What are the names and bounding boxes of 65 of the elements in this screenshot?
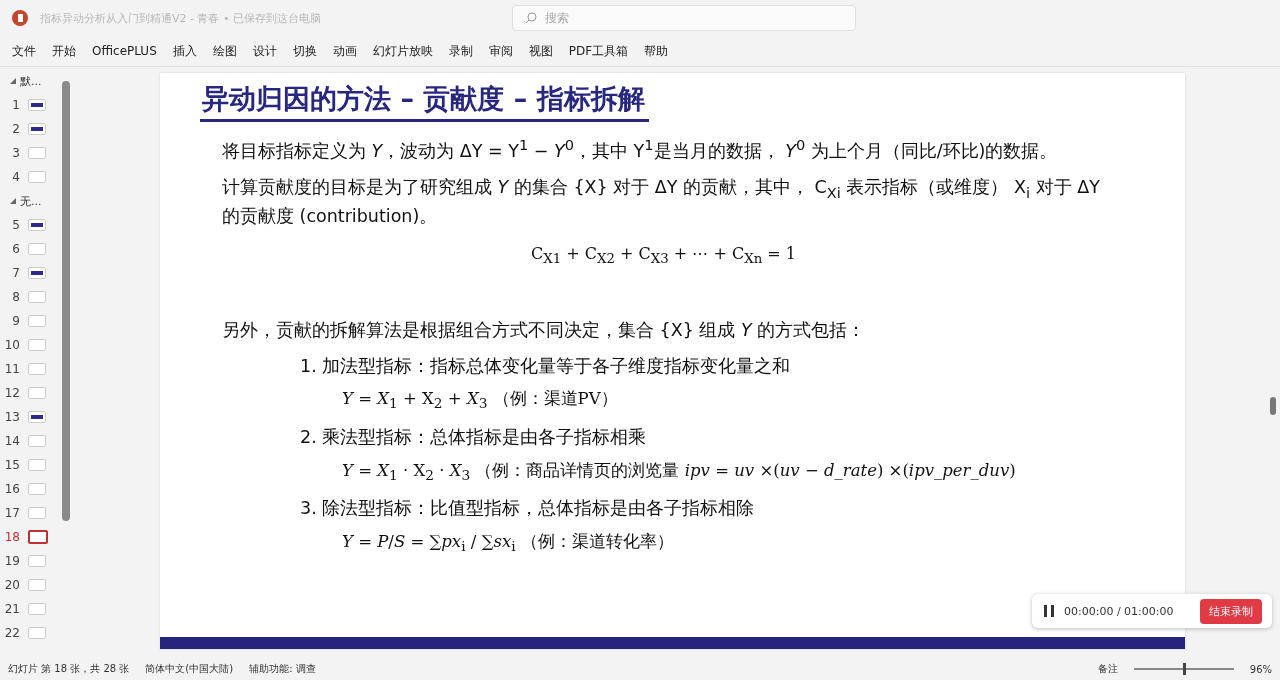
section-label: 默... xyxy=(20,73,42,89)
slide-number: 17 xyxy=(3,506,20,520)
slide-number: 13 xyxy=(3,410,20,424)
slide-number: 22 xyxy=(3,626,20,640)
slide-number: 14 xyxy=(3,434,20,448)
slide-number: 11 xyxy=(3,362,20,376)
ribbon-tab[interactable]: OfficePLUS xyxy=(84,37,165,65)
ribbon-tab[interactable]: 幻灯片放映 xyxy=(364,37,441,65)
ribbon-tab[interactable]: 视图 xyxy=(520,37,561,65)
ribbon-tab[interactable]: 文件 xyxy=(4,37,44,65)
scrollbar-thumb[interactable] xyxy=(62,81,70,521)
formula: Y = X$_{1}$ · X$_{2}$ · X$_{3}$ （例：商品详情页的浏览量 ipv = uv ×(uv − d_rate) ×(ipv_per_duv) xyxy=(341,459,1017,485)
stop-recording-button[interactable]: 结束录制 xyxy=(1200,598,1262,624)
slide-number: 18 xyxy=(3,530,20,544)
slide-number: 12 xyxy=(3,386,20,400)
slide-number: 3 xyxy=(11,146,20,160)
pause-icon[interactable] xyxy=(1042,604,1056,618)
slide-number: 15 xyxy=(3,458,20,472)
ribbon-tab[interactable]: 审阅 xyxy=(480,37,521,65)
slide-number: 9 xyxy=(11,314,20,328)
formula: Y = X$_{1}$ + X$_{2}$ + X$_{3}$ （例：渠道PV） xyxy=(341,388,619,414)
recording-time: 00:00:00 / 01:00:00 xyxy=(1064,604,1175,618)
list-item: 3. 除法型指标：比值型指标，总体指标是由各子指标相除 xyxy=(300,497,756,521)
slide-paragraph: 另外，贡献的拆解算法是根据组合方式不同决定，集合 {X} 组成 Y 的方式包括： xyxy=(222,318,867,342)
notes-button[interactable]: 备注 xyxy=(1097,662,1118,676)
zoom-slider-thumb[interactable] xyxy=(1182,663,1186,675)
ribbon-tab[interactable]: PDF工具箱 xyxy=(560,37,637,65)
accessibility-status[interactable]: 辅助功能: 调查 xyxy=(249,662,316,676)
list-item: 1. 加法型指标：指标总体变化量等于各子维度指标变化量之和 xyxy=(300,355,792,379)
caret-icon[interactable] xyxy=(10,78,16,84)
slide-title: 异动归因的方法 – 贡献度 – 指标拆解 xyxy=(200,81,649,122)
app-logo-icon xyxy=(12,10,28,26)
ribbon-tab[interactable]: 开始 xyxy=(44,37,84,65)
slide-number: 8 xyxy=(11,290,20,304)
formula: C$_{X1}$ + C$_{X2}$ + C$_{X3}$ + ⋯ + C$_{Xn}$ = 1 xyxy=(529,242,798,268)
slide-paragraph: 将目标指标定义为 Y，波动为 ΔY = Y$^{1}$ − Y$^{0}$，其中 Y$^{1}$是当月的数据， Y$^{0}$ 为上个月（同比/环比)的数据。 xyxy=(222,135,1059,163)
slide-thumbnail[interactable] xyxy=(28,530,48,544)
slide-number: 10 xyxy=(3,338,20,352)
search-icon xyxy=(525,12,537,24)
ribbon-tab[interactable]: 绘图 xyxy=(204,37,245,65)
scrollbar-thumb[interactable] xyxy=(1270,397,1276,415)
slide-number: 2 xyxy=(11,122,20,136)
zoom-percent[interactable]: 96% xyxy=(1249,663,1272,675)
slide-number: 5 xyxy=(11,218,20,232)
ribbon-tab[interactable]: 设计 xyxy=(244,37,285,65)
slide-number: 21 xyxy=(3,602,20,616)
caret-icon[interactable] xyxy=(10,198,16,204)
slide-info: 幻灯片 第 18 张，共 28 张 xyxy=(8,662,130,676)
ribbon-tab[interactable]: 切换 xyxy=(284,37,325,65)
ribbon-tab[interactable]: 动画 xyxy=(324,37,365,65)
slide-number: 4 xyxy=(11,170,20,184)
ribbon-tab[interactable]: 帮助 xyxy=(636,37,677,65)
formula: Y = P/S = ∑px$_{i}$ / ∑sx$_{i}$ （例：渠道转化率） xyxy=(341,530,675,556)
slide-number: 19 xyxy=(3,554,20,568)
slide-paragraph: 计算贡献度的目标是为了研究组成 Y 的集合 {X} 对于 ΔY 的贡献，其中， C$_{Xi}$ 表示指标（或维度） X$_{i}$ 对于 ΔY 的贡献度 (contribution)。 xyxy=(222,176,1101,229)
ribbon-tab[interactable]: 录制 xyxy=(440,37,481,65)
list-item: 2. 乘法型指标：总体指标是由各子指标相乘 xyxy=(300,426,648,450)
slide-number: 7 xyxy=(11,266,20,280)
slide-number: 1 xyxy=(11,98,20,112)
language-status[interactable]: 简体中文(中国大陆) xyxy=(145,662,234,676)
slide-number: 16 xyxy=(3,482,20,496)
ribbon-tab[interactable]: 插入 xyxy=(164,37,205,65)
section-label: 无... xyxy=(20,193,42,209)
slide-number: 20 xyxy=(3,578,20,592)
slide-number: 6 xyxy=(11,242,20,256)
